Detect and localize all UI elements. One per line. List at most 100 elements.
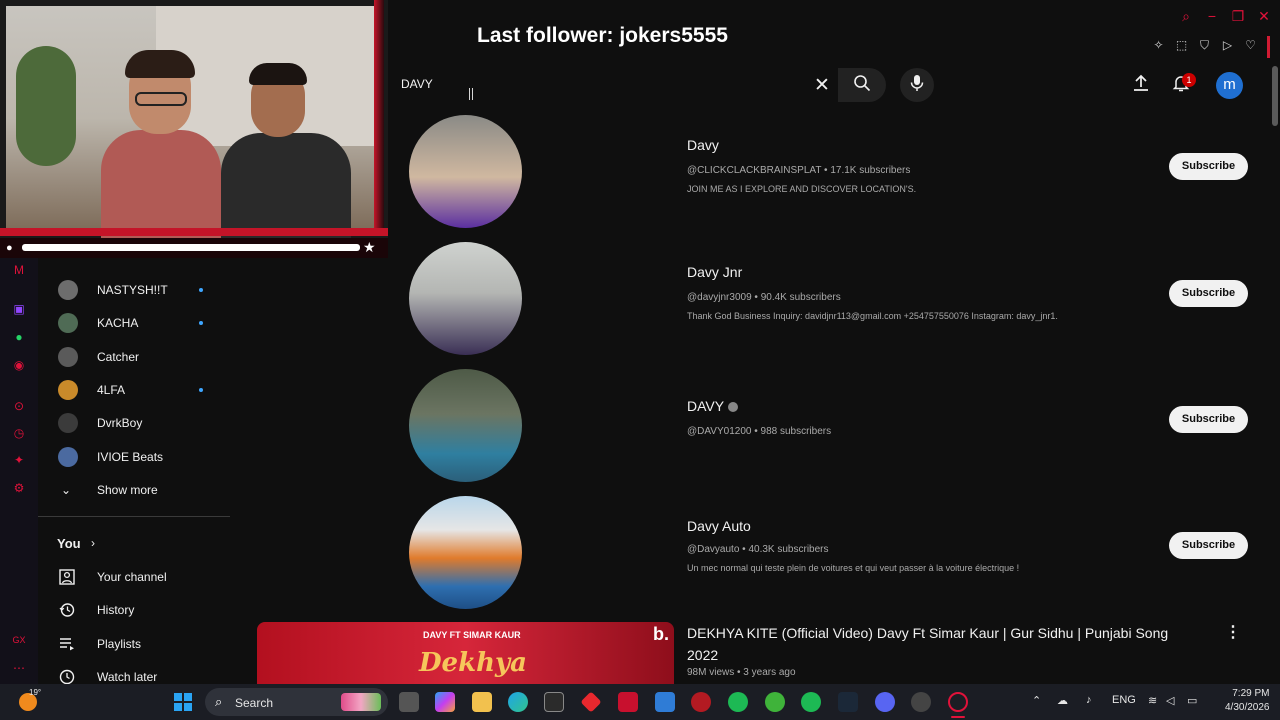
subscription-item[interactable]: 4LFA bbox=[38, 373, 230, 406]
you-section-heading[interactable]: You bbox=[57, 536, 81, 551]
file-explorer-icon[interactable] bbox=[472, 692, 492, 712]
store-icon[interactable] bbox=[544, 692, 564, 712]
subscription-item[interactable]: DvrkBoy bbox=[38, 406, 230, 439]
channel-result[interactable]: Davy @CLICKCLACKBRAINSPLAT • 17.1K subsc… bbox=[409, 115, 1259, 229]
account-avatar[interactable]: m bbox=[1216, 72, 1243, 99]
battery-icon[interactable]: ▭ bbox=[1187, 694, 1197, 707]
obs-icon[interactable] bbox=[911, 692, 931, 712]
microphone-tray-icon[interactable]: ♪ bbox=[1086, 694, 1092, 706]
channel-description: Thank God Business Inquiry: davidjnr113@… bbox=[687, 311, 1058, 321]
vk-icon[interactable]: ◉ bbox=[11, 357, 27, 373]
subscribe-button[interactable]: Subscribe bbox=[1169, 153, 1248, 180]
sidebar-item-your-channel[interactable]: Your channel bbox=[38, 560, 230, 593]
heart-icon[interactable]: ♡ bbox=[1243, 38, 1258, 53]
channel-description: Un mec normal qui teste plein de voiture… bbox=[687, 563, 1020, 573]
play-icon[interactable]: ▷ bbox=[1220, 38, 1235, 53]
spotify-icon[interactable] bbox=[801, 692, 821, 712]
search-query[interactable]: DAVY bbox=[401, 77, 433, 91]
channel-thumbnail[interactable] bbox=[409, 369, 522, 482]
channel-result[interactable]: Davy Auto @Davyauto • 40.3K subscribers … bbox=[409, 496, 1259, 610]
channel-meta: @DAVY01200 • 988 subscribers bbox=[687, 426, 832, 437]
volume-icon[interactable]: ◁ bbox=[1166, 694, 1174, 707]
tray-overflow-icon[interactable]: ⌃ bbox=[1032, 694, 1041, 707]
subscription-item[interactable]: Catcher bbox=[38, 340, 230, 373]
mcafee-icon[interactable] bbox=[618, 692, 638, 712]
twitch-icon[interactable]: ▣ bbox=[11, 301, 27, 317]
search-icon bbox=[853, 74, 871, 97]
subscription-item[interactable]: IVIOE Beats bbox=[38, 440, 230, 473]
utorrent-icon[interactable] bbox=[728, 692, 748, 712]
start-button[interactable] bbox=[174, 693, 192, 711]
minimize-icon[interactable]: − bbox=[1204, 8, 1220, 25]
webcam-bar: ● ★ bbox=[0, 238, 388, 258]
live-dot bbox=[199, 387, 203, 392]
discord-icon[interactable] bbox=[875, 692, 895, 712]
edge-icon[interactable] bbox=[508, 692, 528, 712]
upload-button[interactable] bbox=[1131, 74, 1151, 95]
channel-name[interactable]: Davy Jnr bbox=[687, 264, 742, 280]
copilot-icon[interactable] bbox=[435, 692, 455, 712]
video-result[interactable]: DAVY FT SIMAR KAUR Dekhya b. DEKHYA KITE… bbox=[257, 622, 1257, 684]
opera-gx-icon[interactable] bbox=[948, 692, 968, 712]
star-icon: ★ bbox=[363, 239, 376, 255]
onedrive-icon[interactable]: ☁ bbox=[1057, 694, 1068, 707]
subscribe-button[interactable]: Subscribe bbox=[1169, 532, 1248, 559]
subscribe-button[interactable]: Subscribe bbox=[1169, 406, 1248, 433]
show-more-button[interactable]: ⌄ Show more bbox=[38, 473, 230, 506]
history-sidebar-icon[interactable]: ◷ bbox=[11, 425, 27, 441]
pin-icon[interactable]: ✧ bbox=[1151, 38, 1166, 53]
youtube-sidebar: NASTYSH!!T KACHA Catcher 4LFA DvrkBoy IV… bbox=[38, 258, 230, 684]
clock[interactable]: 7:29 PM 4/30/2026 bbox=[1225, 687, 1270, 715]
channel-avatar bbox=[58, 446, 78, 467]
close-window-icon[interactable]: ✕ bbox=[1256, 8, 1272, 25]
search-button[interactable] bbox=[838, 68, 886, 102]
gx-icon[interactable]: GX bbox=[11, 632, 27, 648]
snapshot-icon[interactable]: ⬚ bbox=[1174, 38, 1189, 53]
app-record-icon[interactable] bbox=[691, 692, 711, 712]
search-highlight-icon bbox=[341, 693, 381, 711]
webcam-frame bbox=[0, 228, 388, 236]
taskbar-search[interactable]: ⌕ Search bbox=[205, 688, 388, 716]
whatsapp-icon[interactable]: ● bbox=[11, 329, 27, 345]
webcam-overlay: ● ★ bbox=[0, 0, 388, 258]
app-blue-icon[interactable] bbox=[655, 692, 675, 712]
more-options-icon[interactable]: ⋮ bbox=[1225, 622, 1241, 642]
channel-result[interactable]: DAVY @DAVY01200 • 988 subscribers Subscr… bbox=[409, 369, 1259, 483]
search-input[interactable]: DAVY ✕ bbox=[389, 68, 886, 102]
steam-icon[interactable] bbox=[838, 692, 858, 712]
channel-name[interactable]: DAVY bbox=[687, 398, 739, 414]
video-title[interactable]: DEKHYA KITE (Official Video) Davy Ft Sim… bbox=[687, 622, 1202, 666]
channel-name[interactable]: Davy bbox=[687, 137, 719, 153]
video-thumbnail[interactable]: DAVY FT SIMAR KAUR Dekhya b. bbox=[257, 622, 674, 684]
your-channel-icon bbox=[58, 568, 76, 585]
more-icon[interactable]: ⋯ bbox=[11, 660, 27, 676]
search-tabs-icon[interactable]: ⌕ bbox=[1178, 8, 1194, 25]
subscription-item[interactable]: NASTYSH!!T bbox=[38, 273, 230, 306]
restore-icon[interactable]: ❐ bbox=[1230, 8, 1246, 25]
task-view-icon[interactable] bbox=[399, 692, 419, 712]
subscription-item[interactable]: KACHA bbox=[38, 306, 230, 339]
channel-thumbnail[interactable] bbox=[409, 115, 522, 228]
app-green-icon[interactable] bbox=[765, 692, 785, 712]
language-indicator[interactable]: ENG bbox=[1112, 694, 1136, 706]
wifi-icon[interactable]: ≋ bbox=[1148, 694, 1157, 707]
voice-search-button[interactable] bbox=[900, 68, 934, 102]
subscribe-button[interactable]: Subscribe bbox=[1169, 280, 1248, 307]
settings-icon[interactable]: ⚙ bbox=[11, 480, 27, 496]
channel-avatar bbox=[58, 379, 78, 400]
clear-search-icon[interactable]: ✕ bbox=[812, 74, 832, 97]
scrollbar[interactable] bbox=[1272, 66, 1278, 126]
extensions-icon[interactable]: ✦ bbox=[11, 452, 27, 468]
app-red-icon[interactable] bbox=[580, 691, 602, 713]
channel-thumbnail[interactable] bbox=[409, 242, 522, 355]
info-icon: ● bbox=[6, 242, 13, 254]
channel-name[interactable]: Davy Auto bbox=[687, 518, 751, 534]
sidebar-item-history[interactable]: History bbox=[38, 593, 230, 626]
sidebar-item-playlists[interactable]: Playlists bbox=[38, 627, 230, 660]
channel-result[interactable]: Davy Jnr @davyjnr3009 • 90.4K subscriber… bbox=[409, 242, 1259, 356]
gx-corner-icon[interactable]: M bbox=[11, 262, 27, 278]
channel-thumbnail[interactable] bbox=[409, 496, 522, 609]
chevron-right-icon: › bbox=[91, 536, 95, 550]
player-icon[interactable]: ⊙ bbox=[11, 398, 27, 414]
shield-icon[interactable]: ⛉ bbox=[1197, 38, 1212, 53]
